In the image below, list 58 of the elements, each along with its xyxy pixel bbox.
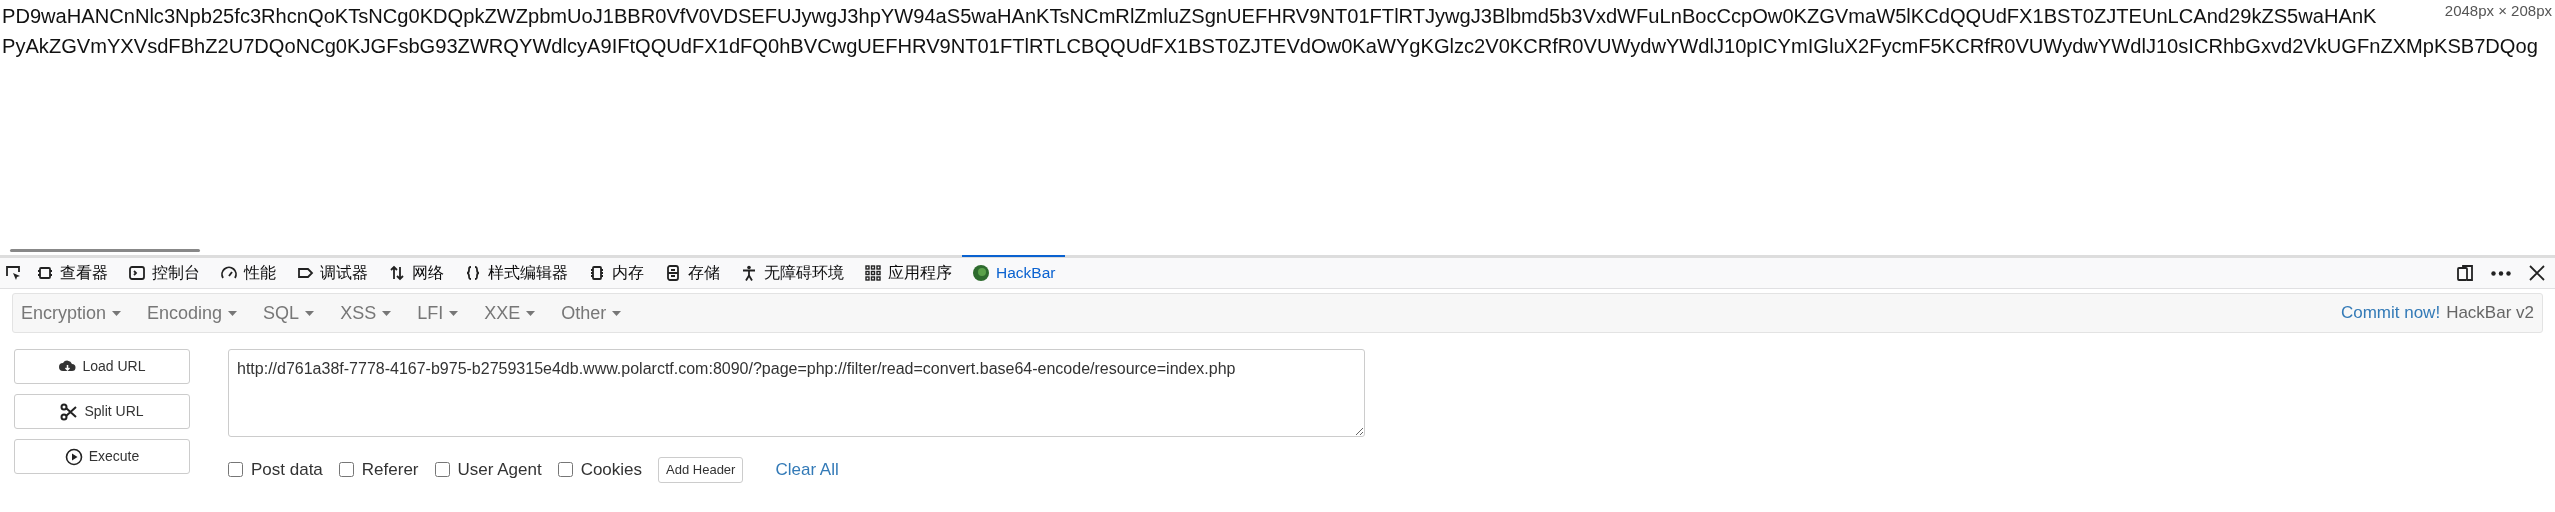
devtools-tab[interactable]: 内存 [578, 258, 654, 288]
devtools-tab[interactable]: 控制台 [118, 258, 210, 288]
text-line: PD9waHANCnNlc3Npb25fc3RhcnQoKTsNCg0KDQpkZWZpbmUoJ1BBR0VfV0VDSEFUJywgJ3hpYW94aS5waHAnKTsNCmRlZmluZSgnUEFHRV9NT01FTlRTJywgJ3Blbmd5b3VxdWFuLnBocCcpOw0KZGVmaW5lKCdQQUdFX1BST0ZJTEUnLCAnd29kZS5waHAnK [2, 4, 2377, 29]
devtools-tab[interactable]: 性能 [210, 258, 286, 288]
toolbar-button[interactable]: Load URL [14, 349, 190, 384]
accessibility-icon [740, 264, 758, 282]
braces-icon [464, 264, 482, 282]
checkbox[interactable] [434, 462, 450, 478]
dropdown-menu[interactable]: LFI [417, 299, 459, 327]
devtools-tab[interactable]: 调试器 [286, 258, 378, 288]
caret-icon [382, 310, 392, 316]
devtools-tab[interactable]: 存储 [654, 258, 730, 288]
dropdown-menu[interactable]: SQL [263, 299, 315, 327]
storage-icon [664, 264, 682, 282]
checkbox[interactable] [338, 462, 354, 478]
terminal-icon [128, 264, 146, 282]
checkbox[interactable] [557, 462, 573, 478]
devtools-tab[interactable]: 查看器 [26, 258, 118, 288]
toolbar-button[interactable]: Execute [14, 439, 190, 474]
clear-all-link[interactable]: Clear All [775, 457, 839, 483]
grid-icon [864, 264, 882, 282]
devtools-tab[interactable]: 应用程序 [854, 258, 962, 288]
scissors-icon [60, 402, 79, 421]
play-circle-icon [64, 447, 83, 466]
dropdown-menu[interactable]: Encoding [147, 299, 238, 327]
checkbox-label: Cookies [580, 459, 643, 481]
checkbox-label: User Agent [457, 459, 542, 481]
dropdown-menu[interactable]: Encryption [21, 299, 122, 327]
checkbox-label: Post data [251, 459, 323, 481]
devtools-tab[interactable]: 样式编辑器 [454, 258, 578, 288]
checkbox[interactable] [228, 462, 243, 478]
version-label: HackBar v2 [2446, 302, 2534, 325]
caret-icon [228, 310, 238, 316]
devtools-tab[interactable]: HackBar [962, 255, 1066, 288]
picker-icon [4, 264, 22, 282]
dropdown-menu[interactable]: Other [561, 299, 622, 327]
devtools-tab[interactable]: 网络 [378, 258, 454, 288]
commit-link[interactable]: Commit now! [2340, 300, 2441, 326]
caret-icon [449, 310, 459, 316]
toolbar-button[interactable]: Split URL [14, 394, 190, 429]
close-icon [2527, 263, 2547, 283]
chip-icon [36, 264, 54, 282]
arrows-icon [388, 264, 406, 282]
text-line: PyAkZGVmYXVsdFBhZ2U7DQoNCg0KJGFsbG93ZWRQYWdlcyA9IFtQQUdFX1dFQ0hBVCwgUEFHRV9NT01FTlRTLCBQQUdFX1BST0ZJTEVdOw0KaWYgKGlzc2V0KCRfR0VUWydwYWdlJ10pICYmIGluX2FycmF5KCRfR0VUWydwYWdlJ10sICRhbGxvd2VkUGFnZXMpKSB7DQog [2, 34, 2538, 59]
add-header-button[interactable]: Add Header [658, 457, 744, 483]
dropdown-menu[interactable]: XSS [340, 299, 392, 327]
devtools-tab[interactable]: 无障碍环境 [730, 258, 854, 288]
memory-icon [588, 264, 606, 282]
caret-icon [526, 310, 536, 316]
checkbox-label: Referer [361, 459, 419, 481]
url-field[interactable]: http://d761a38f-7778-4167-b975-b2759315e4db.www.polarctf.com:8090/?page=php://filter/read=convert.base64-encode/resource=index.php [228, 349, 1365, 437]
responsive-icon [2455, 263, 2475, 283]
logo-icon [972, 263, 990, 282]
caret-icon [112, 310, 122, 316]
dropdown-menu[interactable]: XXE [484, 299, 536, 327]
caret-icon [305, 310, 315, 316]
more-icon [2491, 270, 2511, 276]
caret-icon [612, 310, 622, 316]
